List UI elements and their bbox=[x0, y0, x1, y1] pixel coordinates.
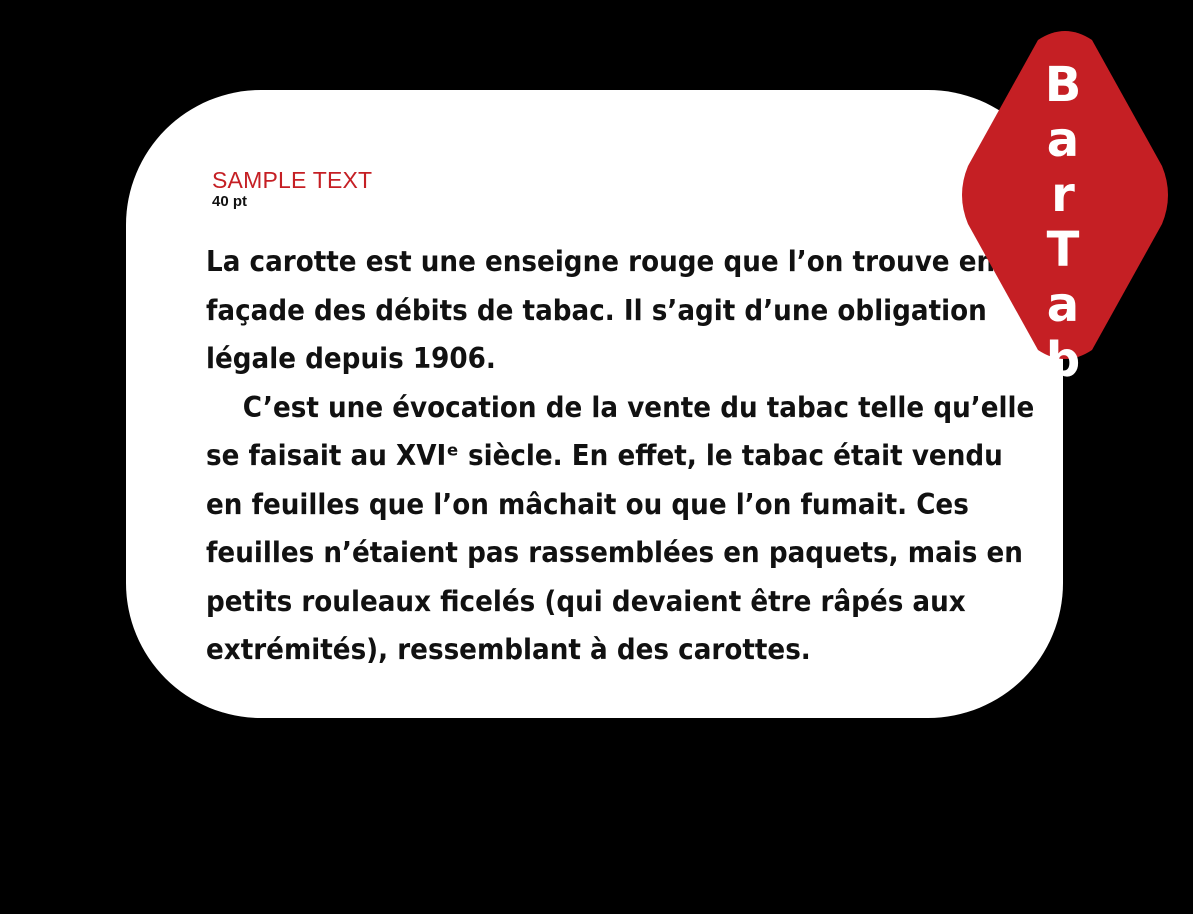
paragraph-2-line: feuilles n’étaient pas rassemblées en pa… bbox=[206, 536, 1023, 569]
logo-letter: b bbox=[1045, 332, 1081, 388]
paragraph-2-line: C’est une évocation de la vente du tabac… bbox=[242, 390, 1035, 424]
logo-letter: a bbox=[1046, 277, 1080, 333]
logo-letter: r bbox=[1051, 167, 1075, 223]
paragraph-2-line: en feuilles que l’on mâchait ou que l’on… bbox=[206, 487, 969, 521]
paragraph-1-line: légale depuis 1906. bbox=[206, 342, 496, 375]
sample-paragraphs: La carotte est une enseigne rouge que l’… bbox=[206, 238, 1035, 675]
paragraph-1: La carotte est une enseigne rouge que l’… bbox=[206, 238, 996, 384]
logo-letter: B bbox=[1044, 57, 1082, 113]
paragraph-2-line: petits rouleaux ficelés (qui devaient êt… bbox=[206, 584, 966, 618]
paragraph-2-line: extrémités), ressemblant à des carottes. bbox=[206, 633, 811, 666]
bartab-logo-letters: B a r T a b bbox=[1034, 58, 1092, 388]
paragraph-2: C’est une évocation de la vente du tabac… bbox=[206, 384, 1035, 675]
logo-letter: T bbox=[1046, 222, 1080, 278]
paragraph-1-line: façade des débits de tabac. Il s’agit d’… bbox=[206, 293, 987, 327]
font-size-label: 40 pt bbox=[212, 193, 248, 210]
paragraph-2-line: se faisait au XVIᵉ siècle. En effet, le … bbox=[206, 439, 1003, 472]
logo-letter: a bbox=[1046, 112, 1080, 168]
paragraph-1-line: La carotte est une enseigne rouge que l’… bbox=[206, 245, 996, 278]
sample-text-label: SAMPLE TEXT bbox=[212, 167, 373, 193]
